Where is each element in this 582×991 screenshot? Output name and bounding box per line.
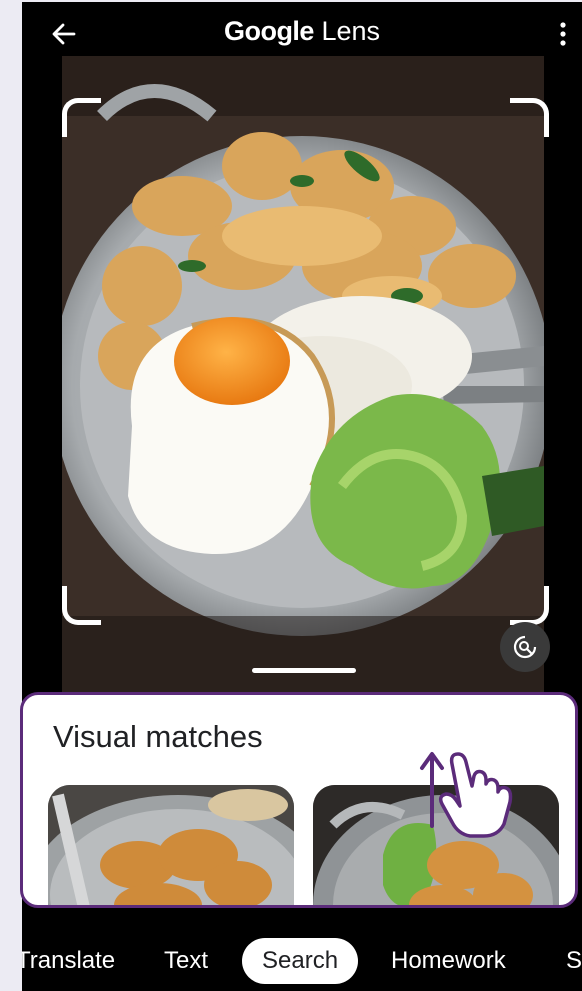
crop-corner-bottom-left[interactable] xyxy=(62,586,101,625)
sheet-drag-handle[interactable] xyxy=(252,668,356,673)
app-title: Google Lens xyxy=(22,16,582,47)
tab-translate[interactable]: Translate xyxy=(22,938,115,984)
crop-corner-bottom-right[interactable] xyxy=(510,586,549,625)
tab-homework[interactable]: Homework xyxy=(391,938,506,984)
tab-text[interactable]: Text xyxy=(164,938,208,984)
visual-match-result[interactable] xyxy=(48,785,294,905)
crop-corner-top-right[interactable] xyxy=(510,98,549,137)
more-vert-icon[interactable] xyxy=(558,20,568,48)
title-product: Lens xyxy=(321,16,381,46)
crop-corner-top-left[interactable] xyxy=(62,98,101,137)
mode-tabs: Translate Text Search Homework Shopping xyxy=(22,924,582,991)
match-thumbnail-image xyxy=(48,785,294,905)
image-search-button[interactable] xyxy=(500,622,550,672)
food-photo-illustration xyxy=(62,56,544,692)
title-brand: Google xyxy=(223,16,315,46)
top-app-bar: Google Lens xyxy=(22,2,582,64)
visual-matches-heading: Visual matches xyxy=(53,719,263,754)
tab-search[interactable]: Search xyxy=(242,938,359,984)
tab-shopping[interactable]: Shopping xyxy=(566,938,582,984)
hand-swipe-up-icon xyxy=(420,752,513,838)
captured-photo[interactable] xyxy=(62,56,544,692)
image-search-icon xyxy=(513,635,537,659)
